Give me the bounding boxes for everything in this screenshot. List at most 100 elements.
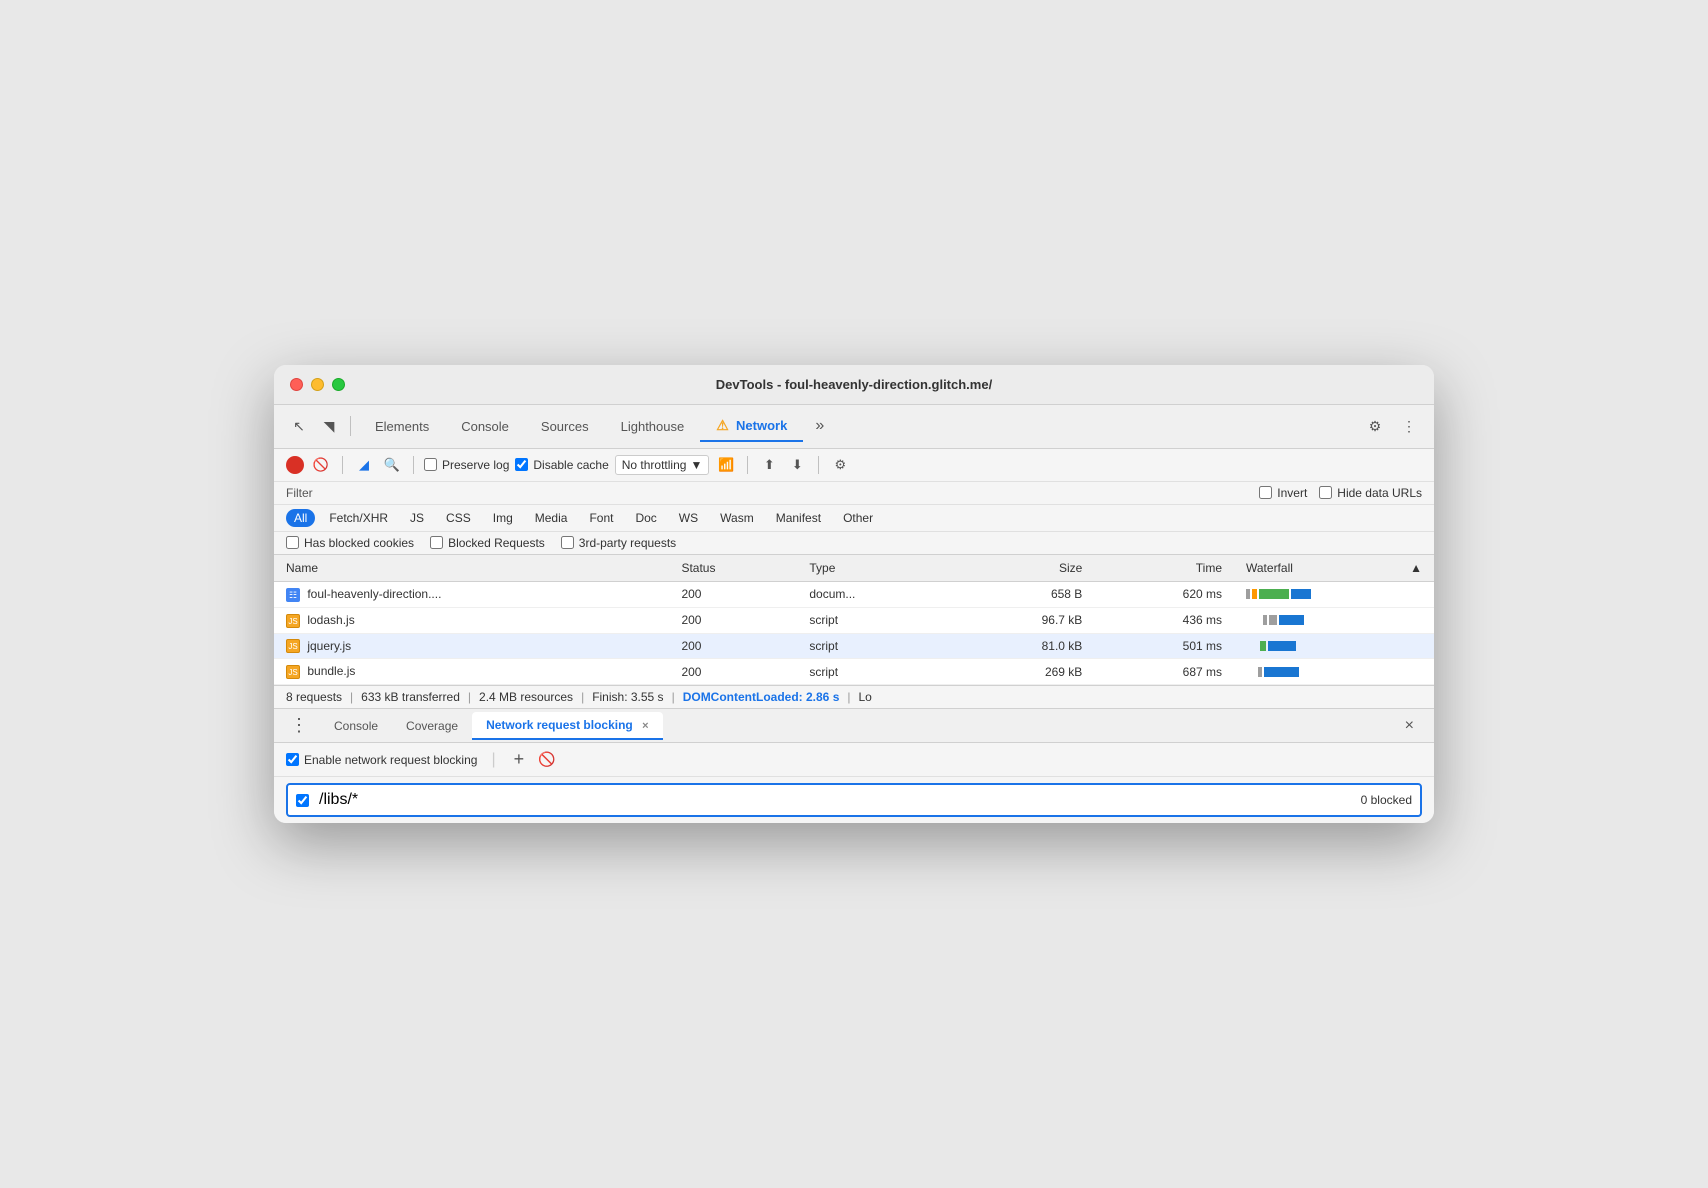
tab-console[interactable]: Console xyxy=(445,413,525,440)
clear-icon[interactable]: 🚫 xyxy=(310,454,332,476)
table-row[interactable]: JS bundle.js 200 script 269 kB 687 ms xyxy=(274,659,1434,685)
device-icon[interactable]: ◥ xyxy=(316,413,342,439)
throttling-select[interactable]: No throttling ▼ xyxy=(615,455,710,475)
table-body: ☷ foul-heavenly-direction.... 200 docum.… xyxy=(274,581,1434,684)
close-tab-icon[interactable]: × xyxy=(642,720,648,732)
type-btn-other[interactable]: Other xyxy=(835,509,881,527)
wf-gap xyxy=(1246,615,1261,625)
type-btn-ws[interactable]: WS xyxy=(671,509,706,527)
col-name[interactable]: Name xyxy=(274,555,669,582)
col-size[interactable]: Size xyxy=(952,555,1095,582)
disable-cache-label[interactable]: Disable cache xyxy=(515,458,608,472)
close-button[interactable] xyxy=(290,378,303,391)
type-filter-row: All Fetch/XHR JS CSS Img Media Font Doc … xyxy=(274,505,1434,532)
blocking-item-checkbox[interactable] xyxy=(296,794,309,807)
col-waterfall[interactable]: Waterfall ▲ xyxy=(1234,555,1434,582)
type-btn-fetchxhr[interactable]: Fetch/XHR xyxy=(321,509,396,527)
third-party-label[interactable]: 3rd-party requests xyxy=(561,536,676,550)
cell-type: script xyxy=(797,659,951,685)
js-icon: JS xyxy=(286,665,300,679)
tab-elements[interactable]: Elements xyxy=(359,413,445,440)
remove-icon[interactable]: 🚫 xyxy=(538,751,555,768)
third-party-checkbox[interactable] xyxy=(561,536,574,549)
type-btn-img[interactable]: Img xyxy=(485,509,521,527)
filter-input-wrap: Filter xyxy=(286,486,313,500)
minimize-button[interactable] xyxy=(311,378,324,391)
wf-connect-seg xyxy=(1252,589,1257,599)
separator xyxy=(413,456,414,474)
cell-status: 200 xyxy=(669,607,797,633)
blocking-item[interactable]: /libs/* 0 blocked xyxy=(286,783,1422,817)
enable-blocking-checkbox[interactable] xyxy=(286,753,299,766)
type-btn-manifest[interactable]: Manifest xyxy=(768,509,829,527)
tab-lighthouse[interactable]: Lighthouse xyxy=(605,413,701,440)
invert-checkbox[interactable] xyxy=(1259,486,1272,499)
table-row[interactable]: JS lodash.js 200 script 96.7 kB 436 ms xyxy=(274,607,1434,633)
add-pattern-button[interactable]: + xyxy=(510,749,529,770)
disable-cache-checkbox[interactable] xyxy=(515,458,528,471)
search-icon[interactable]: 🔍 xyxy=(381,454,403,476)
waterfall-bar xyxy=(1246,639,1422,653)
preserve-log-label[interactable]: Preserve log xyxy=(424,458,509,472)
panel-menu-icon[interactable]: ⋮ xyxy=(286,709,312,742)
cell-status: 200 xyxy=(669,633,797,659)
blocked-requests-checkbox[interactable] xyxy=(430,536,443,549)
wf-receive-seg xyxy=(1264,667,1299,677)
settings-icon[interactable]: ⚙ xyxy=(1362,413,1388,439)
cell-name: JS jquery.js xyxy=(274,633,669,659)
tab-network[interactable]: ⚠ Network xyxy=(700,411,803,442)
table-row[interactable]: ☷ foul-heavenly-direction.... 200 docum.… xyxy=(274,581,1434,607)
pointer-icon[interactable]: ↖ xyxy=(286,413,312,439)
type-btn-wasm[interactable]: Wasm xyxy=(712,509,762,527)
traffic-lights xyxy=(290,378,345,391)
sort-asc-icon: ▲ xyxy=(1410,561,1422,575)
network-toolbar: 🚫 ◢ 🔍 Preserve log Disable cache No thro… xyxy=(274,449,1434,482)
wifi-icon[interactable]: 📶 xyxy=(715,454,737,476)
table-row[interactable]: JS jquery.js 200 script 81.0 kB 501 ms xyxy=(274,633,1434,659)
maximize-button[interactable] xyxy=(332,378,345,391)
col-type[interactable]: Type xyxy=(797,555,951,582)
requests-count: 8 requests xyxy=(286,690,342,704)
wf-dns-seg xyxy=(1263,615,1267,625)
waterfall-bar xyxy=(1246,587,1422,601)
type-btn-js[interactable]: JS xyxy=(402,509,432,527)
col-time[interactable]: Time xyxy=(1094,555,1234,582)
upload-icon[interactable]: ⬆ xyxy=(758,454,780,476)
enable-blocking-label[interactable]: Enable network request blocking xyxy=(286,753,477,767)
hide-data-urls-label[interactable]: Hide data URLs xyxy=(1319,486,1422,500)
tab-sources[interactable]: Sources xyxy=(525,413,605,440)
cell-name: JS lodash.js xyxy=(274,607,669,633)
filter-checkboxes: Invert Hide data URLs xyxy=(1259,486,1422,500)
invert-label[interactable]: Invert xyxy=(1259,486,1307,500)
record-button[interactable] xyxy=(286,456,304,474)
type-btn-all[interactable]: All xyxy=(286,509,315,527)
bottom-tab-console[interactable]: Console xyxy=(320,713,392,739)
more-tabs-button[interactable]: » xyxy=(807,413,832,439)
cell-time: 687 ms xyxy=(1094,659,1234,685)
preserve-log-checkbox[interactable] xyxy=(424,458,437,471)
col-status[interactable]: Status xyxy=(669,555,797,582)
type-btn-font[interactable]: Font xyxy=(581,509,621,527)
download-icon[interactable]: ⬇ xyxy=(786,454,808,476)
hide-data-urls-checkbox[interactable] xyxy=(1319,486,1332,499)
close-panel-button[interactable]: × xyxy=(1397,713,1422,739)
js-icon: JS xyxy=(286,639,300,653)
more-options-icon[interactable]: ⋮ xyxy=(1396,413,1422,439)
type-btn-doc[interactable]: Doc xyxy=(627,509,664,527)
blocked-requests-label[interactable]: Blocked Requests xyxy=(430,536,545,550)
has-blocked-cookies-checkbox[interactable] xyxy=(286,536,299,549)
cell-size: 81.0 kB xyxy=(952,633,1095,659)
bottom-tab-network-blocking[interactable]: Network request blocking × xyxy=(472,712,662,740)
cell-status: 200 xyxy=(669,659,797,685)
separator xyxy=(747,456,748,474)
filter-row: Filter Invert Hide data URLs xyxy=(274,482,1434,505)
type-btn-css[interactable]: CSS xyxy=(438,509,479,527)
has-blocked-cookies-label[interactable]: Has blocked cookies xyxy=(286,536,414,550)
type-btn-media[interactable]: Media xyxy=(527,509,576,527)
network-settings-icon[interactable]: ⚙ xyxy=(829,454,851,476)
bottom-tab-coverage[interactable]: Coverage xyxy=(392,713,472,739)
separator xyxy=(342,456,343,474)
title-bar: DevTools - foul-heavenly-direction.glitc… xyxy=(274,365,1434,405)
cell-waterfall xyxy=(1234,659,1434,685)
filter-icon[interactable]: ◢ xyxy=(353,454,375,476)
